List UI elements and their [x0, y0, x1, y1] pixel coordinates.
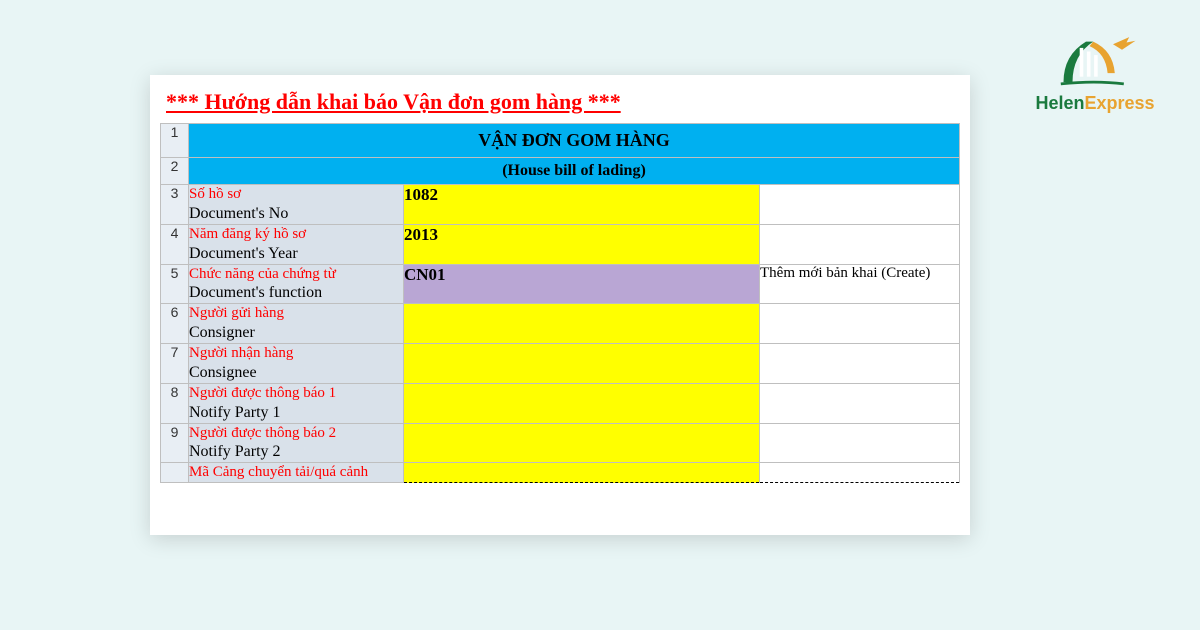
row-number: 4: [161, 224, 189, 264]
label-vi: Năm đăng ký hồ sơ: [189, 225, 403, 244]
row-number: 2: [161, 158, 189, 185]
data-table: 1 VẬN ĐƠN GOM HÀNG 2 (House bill of ladi…: [160, 123, 960, 483]
desc-cell: Thêm mới bản khai (Create): [760, 264, 960, 304]
desc-cell: [760, 304, 960, 344]
label-en: Consignee: [189, 363, 403, 383]
document-card: *** Hướng dẫn khai báo Vận đơn gom hàng …: [150, 75, 970, 535]
label-cell: Năm đăng ký hồ sơDocument's Year: [189, 224, 404, 264]
label-cell: Mã Cảng chuyển tải/quá cảnh: [189, 463, 404, 483]
header-row-1: 1 VẬN ĐƠN GOM HÀNG: [161, 124, 960, 158]
value-cell: [404, 383, 760, 423]
value-cell: CN01: [404, 264, 760, 304]
label-vi: Người gửi hàng: [189, 304, 403, 323]
desc-cell: [760, 423, 960, 463]
label-vi: Người được thông báo 2: [189, 424, 403, 443]
label-en: Consigner: [189, 323, 403, 343]
logo-text-1: Helen: [1035, 93, 1084, 113]
label-vi: Người nhận hàng: [189, 344, 403, 363]
table-row: 5Chức năng của chứng từDocument's functi…: [161, 264, 960, 304]
value-cell: [404, 344, 760, 384]
table-row: 7Người nhận hàngConsignee: [161, 344, 960, 384]
row-number: 9: [161, 423, 189, 463]
label-vi: Chức năng của chứng từ: [189, 265, 403, 284]
table-row: 9Người được thông báo 2Notify Party 2: [161, 423, 960, 463]
row-number: 6: [161, 304, 189, 344]
table-row: 6Người gửi hàngConsigner: [161, 304, 960, 344]
logo: HelenExpress: [1020, 28, 1170, 114]
document-title: *** Hướng dẫn khai báo Vận đơn gom hàng …: [166, 89, 960, 115]
label-en: Notify Party 1: [189, 403, 403, 423]
row-number: 8: [161, 383, 189, 423]
label-en: Notify Party 2: [189, 442, 403, 462]
table-row: 8Người được thông báo 1Notify Party 1: [161, 383, 960, 423]
row-number: 3: [161, 185, 189, 225]
row-number: [161, 463, 189, 483]
row-number: 1: [161, 124, 189, 158]
header-row-2: 2 (House bill of lading): [161, 158, 960, 185]
table-row: 4Năm đăng ký hồ sơDocument's Year2013: [161, 224, 960, 264]
value-cell: [404, 423, 760, 463]
label-vi: Người được thông báo 1: [189, 384, 403, 403]
label-cell: Người được thông báo 1Notify Party 1: [189, 383, 404, 423]
label-cell: Chức năng của chứng từDocument's functio…: [189, 264, 404, 304]
desc-cell: [760, 185, 960, 225]
last-row: Mã Cảng chuyển tải/quá cảnh: [161, 463, 960, 483]
label-cell: Người được thông báo 2Notify Party 2: [189, 423, 404, 463]
row-number: 5: [161, 264, 189, 304]
label-en: Document's Year: [189, 244, 403, 264]
label-cell: Người nhận hàngConsignee: [189, 344, 404, 384]
header-title: VẬN ĐƠN GOM HÀNG: [189, 124, 960, 158]
value-cell: [404, 463, 760, 483]
label-en: Document's No: [189, 204, 403, 224]
logo-icon: [1050, 28, 1140, 93]
label-vi: Số hồ sơ: [189, 185, 403, 204]
desc-cell: [760, 463, 960, 483]
label-en: Document's function: [189, 283, 403, 303]
value-cell: 1082: [404, 185, 760, 225]
row-number: 7: [161, 344, 189, 384]
table-row: 3Số hồ sơDocument's No1082: [161, 185, 960, 225]
header-subtitle: (House bill of lading): [189, 158, 960, 185]
value-cell: 2013: [404, 224, 760, 264]
value-cell: [404, 304, 760, 344]
desc-cell: [760, 383, 960, 423]
label-cell: Số hồ sơDocument's No: [189, 185, 404, 225]
logo-text: HelenExpress: [1020, 93, 1170, 114]
label-vi: Mã Cảng chuyển tải/quá cảnh: [189, 463, 403, 482]
desc-cell: [760, 224, 960, 264]
label-cell: Người gửi hàngConsigner: [189, 304, 404, 344]
desc-cell: [760, 344, 960, 384]
logo-text-2: Express: [1084, 93, 1154, 113]
